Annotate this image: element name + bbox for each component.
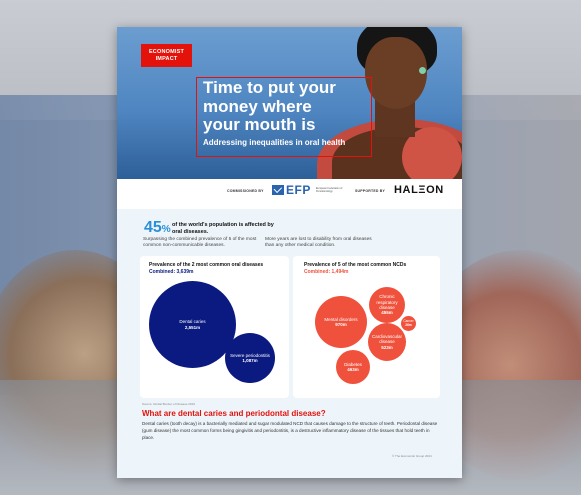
bubble-dental-caries: Dental caries 2,551m bbox=[149, 281, 236, 368]
headline-stat: 45% bbox=[144, 219, 171, 237]
photo-face bbox=[365, 37, 427, 109]
efp-logo: EFP bbox=[286, 183, 311, 197]
headline-number: 45 bbox=[144, 219, 162, 236]
bubble-mental-disorders: Mental disorders 970m bbox=[315, 296, 367, 348]
bubble-cardiovascular: Cardiovascular disease 523m bbox=[368, 323, 406, 361]
title-line-1: Time to put your bbox=[203, 78, 336, 97]
supported-by-label: SUPPORTED BY bbox=[355, 189, 386, 193]
bubble-value: 463m bbox=[347, 367, 359, 372]
bubble-value: 1,087m bbox=[242, 358, 258, 363]
section-heading: What are dental caries and periodontal d… bbox=[142, 409, 326, 418]
right-stat-text: More years are lost to disability from o… bbox=[265, 237, 372, 248]
ncd-panel-combined: Combined: 1,494m bbox=[304, 269, 349, 275]
economist-impact-logo: ECONOMIST IMPACT bbox=[141, 44, 192, 67]
oral-panel-title: Prevalence of the 2 most common oral dis… bbox=[149, 262, 264, 268]
bubble-severe-periodontitis: Severe periodontitis 1,087m bbox=[225, 333, 275, 383]
bubble-value: 2,551m bbox=[184, 324, 201, 330]
bubble-value: 26m bbox=[405, 322, 412, 327]
ncd-panel-title: Prevalence of 5 of the most common NCDs bbox=[304, 262, 407, 268]
bubble-value: 970m bbox=[335, 322, 347, 327]
earbud-icon bbox=[419, 67, 426, 74]
oral-panel-combined: Combined: 3,639m bbox=[149, 269, 194, 275]
headline-text: of the world's population is affected by… bbox=[172, 222, 274, 235]
left-stat-text: Surpassing the combined prevalence of 5 … bbox=[143, 237, 257, 248]
logo-line-1: ECONOMIST bbox=[148, 48, 185, 55]
bubble-diabetes: Diabetes 463m bbox=[336, 350, 370, 384]
headline-unit: % bbox=[161, 224, 171, 235]
title-line-3: your mouth is bbox=[203, 115, 316, 134]
source-note: Source: Global Burden of Disease 2019 bbox=[142, 402, 195, 406]
section-body: Dental caries (tooth decay) is a bacteri… bbox=[142, 421, 438, 440]
efp-check-icon bbox=[272, 185, 284, 195]
title-line-2: money where bbox=[203, 96, 312, 116]
efp-full-name: European Federation of Periodontology bbox=[316, 187, 343, 193]
bubble-chronic-respiratory: Chronic respiratory disease 455m bbox=[369, 287, 405, 323]
logo-line-2: IMPACT bbox=[155, 55, 178, 62]
commissioned-by-label: COMMISSIONED BY bbox=[227, 189, 264, 193]
haleon-logo: HALΞON bbox=[394, 184, 444, 196]
bubble-cancer: Cancer 26m bbox=[401, 316, 416, 331]
copyright-note: © The Economist Group 2024 bbox=[392, 454, 432, 458]
bubble-value: 455m bbox=[381, 310, 393, 316]
report-title: Time to put your money where your mouth … bbox=[203, 78, 373, 135]
report-subtitle: Addressing inequalities in oral health bbox=[203, 138, 346, 147]
bubble-value: 523m bbox=[381, 344, 393, 350]
